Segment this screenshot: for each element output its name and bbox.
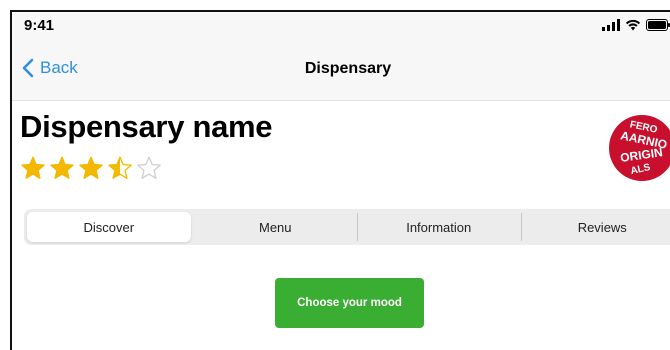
status-bar: 9:41 (12, 12, 670, 40)
star-icon (107, 155, 133, 181)
tab-discover[interactable]: Discover (27, 212, 191, 242)
choose-mood-button[interactable]: Choose your mood (275, 278, 424, 328)
battery-icon (646, 19, 670, 31)
status-time: 9:41 (24, 17, 54, 34)
nav-title: Dispensary (12, 60, 670, 78)
star-rating (20, 155, 162, 181)
tab-information[interactable]: Information (357, 209, 521, 245)
cellular-signal-icon (602, 19, 620, 31)
star-icon (136, 155, 162, 181)
navigation-bar: Back Dispensary (12, 40, 670, 101)
dispensary-logo: FERO AARNIO ORIGIN ALS (607, 113, 670, 183)
star-icon (20, 155, 46, 181)
dispensary-name: Dispensary name (20, 109, 272, 145)
segmented-tabs: DiscoverMenuInformationReviews (24, 209, 670, 245)
phone-frame: 9:41 Back (10, 10, 670, 350)
star-icon (78, 155, 104, 181)
status-icons (602, 19, 670, 31)
tab-reviews[interactable]: Reviews (521, 209, 670, 245)
wifi-icon (625, 19, 641, 31)
dispensary-content: Dispensary name FERO AARNIO ORIGIN ALS D… (12, 101, 670, 350)
star-icon (49, 155, 75, 181)
tab-menu[interactable]: Menu (194, 209, 358, 245)
